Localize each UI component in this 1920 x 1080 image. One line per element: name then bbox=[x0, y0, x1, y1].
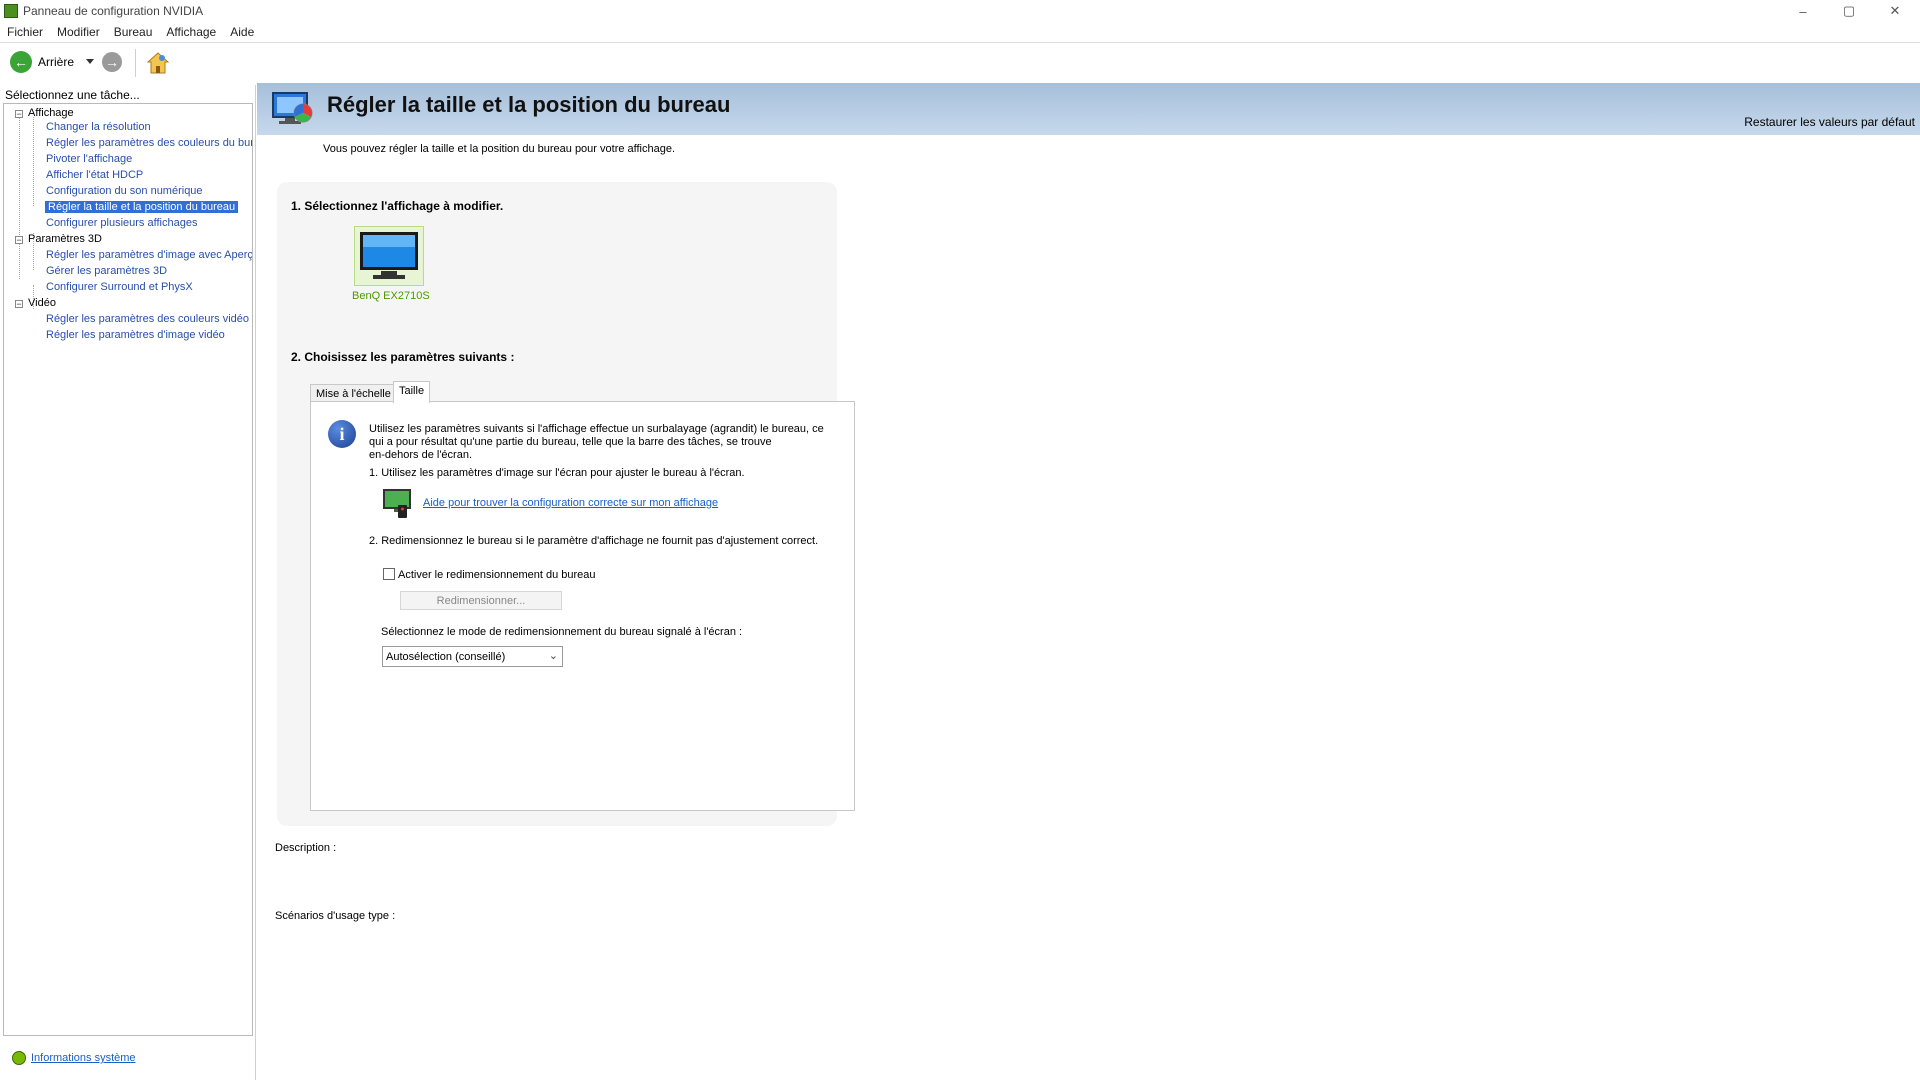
home-icon[interactable] bbox=[146, 51, 170, 75]
enable-resize-label[interactable]: Activer le redimensionnement du bureau bbox=[398, 569, 596, 581]
tree-item-image-apercu[interactable]: Régler les paramètres d'image avec Aperç… bbox=[46, 249, 252, 261]
resize-button-label: Redimensionner... bbox=[436, 594, 526, 607]
tab-taille[interactable]: Taille bbox=[393, 381, 431, 403]
tree-item-couleurs-bureau[interactable]: Régler les paramètres des couleurs du bu… bbox=[46, 137, 252, 149]
maximize-button[interactable]: ▢ bbox=[1826, 0, 1872, 22]
task-pane-label: Sélectionnez une tâche... bbox=[5, 88, 140, 102]
resize-mode-select[interactable]: Autosélection (conseillé) ⌄ bbox=[382, 646, 563, 667]
info-text-line3: en-dehors de l'écran. bbox=[369, 449, 472, 461]
expander-parametres-3d[interactable]: − bbox=[15, 236, 23, 245]
page-header: Régler la taille et la position du burea… bbox=[257, 83, 1920, 135]
menu-affichage[interactable]: Affichage bbox=[166, 25, 216, 39]
expander-affichage[interactable]: − bbox=[15, 110, 23, 119]
tree-item-pivoter[interactable]: Pivoter l'affichage bbox=[46, 153, 132, 165]
info-icon: i bbox=[328, 420, 356, 448]
display-selector-benq[interactable] bbox=[354, 226, 424, 286]
monitor-adjust-icon bbox=[382, 487, 414, 519]
page-subtitle: Vous pouvez régler la taille et la posit… bbox=[323, 143, 676, 155]
title-bar: Panneau de configuration NVIDIA – ▢ ✕ bbox=[0, 0, 1920, 22]
tab-panel-taille bbox=[310, 401, 855, 811]
restore-defaults-link[interactable]: Restaurer les valeurs par défaut bbox=[1744, 115, 1915, 129]
display-name: BenQ EX2710S bbox=[352, 290, 430, 302]
task-tree: − Affichage Changer la résolution Régler… bbox=[3, 103, 253, 1036]
tree-item-son-numerique[interactable]: Configuration du son numérique bbox=[46, 185, 203, 197]
tree-item-hdcp[interactable]: Afficher l'état HDCP bbox=[46, 169, 143, 181]
menu-fichier[interactable]: Fichier bbox=[7, 25, 43, 39]
tree-line bbox=[33, 117, 35, 206]
resize-button[interactable]: Redimensionner... bbox=[400, 591, 562, 610]
task-pane: Sélectionnez une tâche... − Affichage Ch… bbox=[0, 85, 256, 1080]
display-settings-icon bbox=[271, 91, 315, 127]
info-text-line2: qui a pour résultat qu'une partie du bur… bbox=[369, 436, 772, 448]
minimize-button[interactable]: – bbox=[1780, 0, 1826, 22]
tree-category-parametres-3d[interactable]: Paramètres 3D bbox=[28, 233, 102, 245]
tree-item-gerer-3d[interactable]: Gérer les paramètres 3D bbox=[46, 265, 167, 277]
tree-item-surround-physx[interactable]: Configurer Surround et PhysX bbox=[46, 281, 193, 293]
monitor-icon bbox=[360, 232, 418, 279]
info-system-icon bbox=[12, 1051, 26, 1065]
system-info-link[interactable]: Informations système bbox=[31, 1052, 136, 1064]
step-a-text: 1. Utilisez les paramètres d'image sur l… bbox=[369, 467, 745, 479]
back-button[interactable]: ← Arrière bbox=[10, 51, 74, 73]
menu-bar: Fichier Modifier Bureau Affichage Aide bbox=[0, 22, 1920, 42]
menu-bureau[interactable]: Bureau bbox=[114, 25, 153, 39]
forward-arrow-icon[interactable]: → bbox=[102, 52, 122, 72]
back-label: Arrière bbox=[38, 55, 75, 69]
tree-line bbox=[19, 116, 21, 279]
help-config-link[interactable]: Aide pour trouver la configuration corre… bbox=[423, 497, 718, 509]
tree-item-couleurs-video[interactable]: Régler les paramètres des couleurs vidéo bbox=[46, 313, 249, 325]
tree-item-changer-resolution[interactable]: Changer la résolution bbox=[46, 121, 151, 133]
toolbar-divider bbox=[135, 49, 136, 77]
window-title: Panneau de configuration NVIDIA bbox=[23, 4, 204, 18]
description-label: Description : bbox=[275, 842, 337, 854]
step2-title: 2. Choisissez les paramètres suivants : bbox=[291, 350, 515, 364]
back-dropdown-icon[interactable] bbox=[86, 59, 94, 64]
tree-item-taille-position[interactable]: Régler la taille et la position du burea… bbox=[45, 201, 239, 213]
nvidia-app-icon bbox=[4, 4, 18, 18]
chevron-down-icon: ⌄ bbox=[548, 650, 558, 662]
page-title: Régler la taille et la position du burea… bbox=[327, 92, 731, 117]
step1-title: 1. Sélectionnez l'affichage à modifier. bbox=[291, 199, 504, 213]
menu-aide[interactable]: Aide bbox=[230, 25, 254, 39]
enable-resize-checkbox[interactable] bbox=[383, 568, 395, 580]
info-text-line1: Utilisez les paramètres suivants si l'af… bbox=[369, 423, 824, 435]
close-button[interactable]: ✕ bbox=[1872, 0, 1918, 22]
back-arrow-icon: ← bbox=[10, 51, 32, 73]
resize-mode-value: Autosélection (conseillé) bbox=[386, 651, 506, 663]
usage-scenarios-label: Scénarios d'usage type : bbox=[275, 910, 396, 922]
expander-video[interactable]: − bbox=[15, 300, 23, 309]
tree-item-plusieurs-affichages[interactable]: Configurer plusieurs affichages bbox=[46, 217, 197, 229]
tree-category-video[interactable]: Vidéo bbox=[28, 297, 56, 309]
menu-modifier[interactable]: Modifier bbox=[57, 25, 100, 39]
toolbar: ← Arrière → bbox=[0, 43, 1920, 83]
resize-mode-label: Sélectionnez le mode de redimensionnemen… bbox=[381, 626, 743, 638]
tree-category-affichage[interactable]: Affichage bbox=[28, 107, 74, 119]
tree-item-image-video[interactable]: Régler les paramètres d'image vidéo bbox=[46, 329, 225, 341]
step-b-text: 2. Redimensionnez le bureau si le paramè… bbox=[369, 535, 819, 547]
